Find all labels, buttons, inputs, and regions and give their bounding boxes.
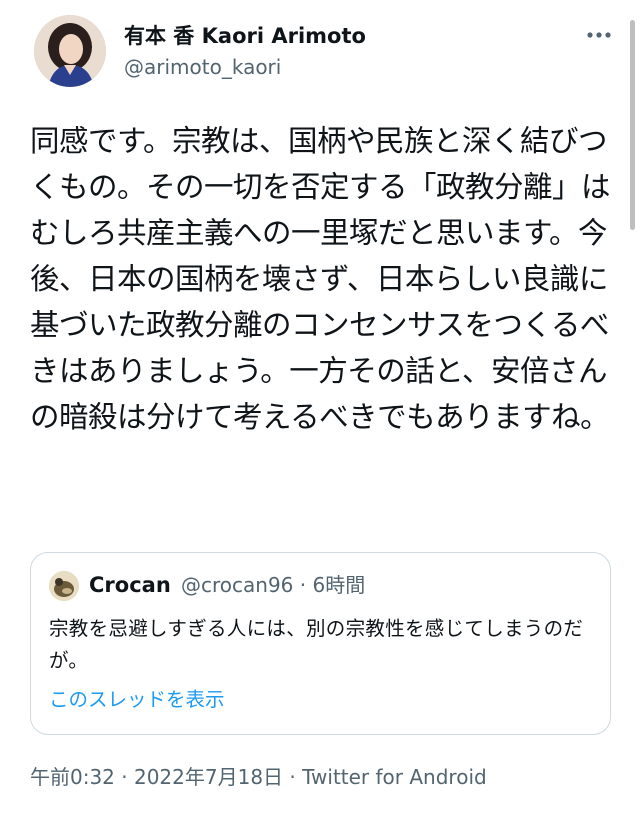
author-avatar[interactable] xyxy=(34,15,106,87)
tweet-page: 有本 香 Kaori Arimoto @arimoto_kaori 同感です。宗… xyxy=(0,0,640,818)
scrollbar[interactable] xyxy=(630,20,635,230)
tweet-timestamp[interactable]: 午前0:32 · 2022年7月18日 · Twitter for Androi… xyxy=(30,762,487,792)
show-thread-link[interactable]: このスレッドを表示 xyxy=(49,685,225,715)
quoted-author-name[interactable]: Crocan xyxy=(89,570,171,600)
author-display-name[interactable]: 有本 香 Kaori Arimoto xyxy=(124,22,366,50)
tweet-text: 同感です。宗教は、国柄や民族と深く結びつくもの。その一切を否定する「政教分離」は… xyxy=(30,124,611,434)
quoted-tweet-text: 宗教を忌避しすぎる人には、別の宗教性を感じてしまうのだが。 xyxy=(49,617,584,672)
more-horizontal-icon xyxy=(587,32,611,38)
quoted-author-avatar[interactable] xyxy=(49,571,79,601)
more-options-button[interactable] xyxy=(580,20,620,50)
quoted-author-meta: @crocan96 · 6時間 xyxy=(181,573,366,597)
cat-avatar-icon xyxy=(49,571,79,601)
author-handle[interactable]: @arimoto_kaori xyxy=(124,53,281,81)
profile-photo-icon xyxy=(34,15,106,87)
quoted-tweet-card[interactable]: Crocan @crocan96 · 6時間 宗教を忌避しすぎる人には、別の宗教… xyxy=(30,552,611,735)
